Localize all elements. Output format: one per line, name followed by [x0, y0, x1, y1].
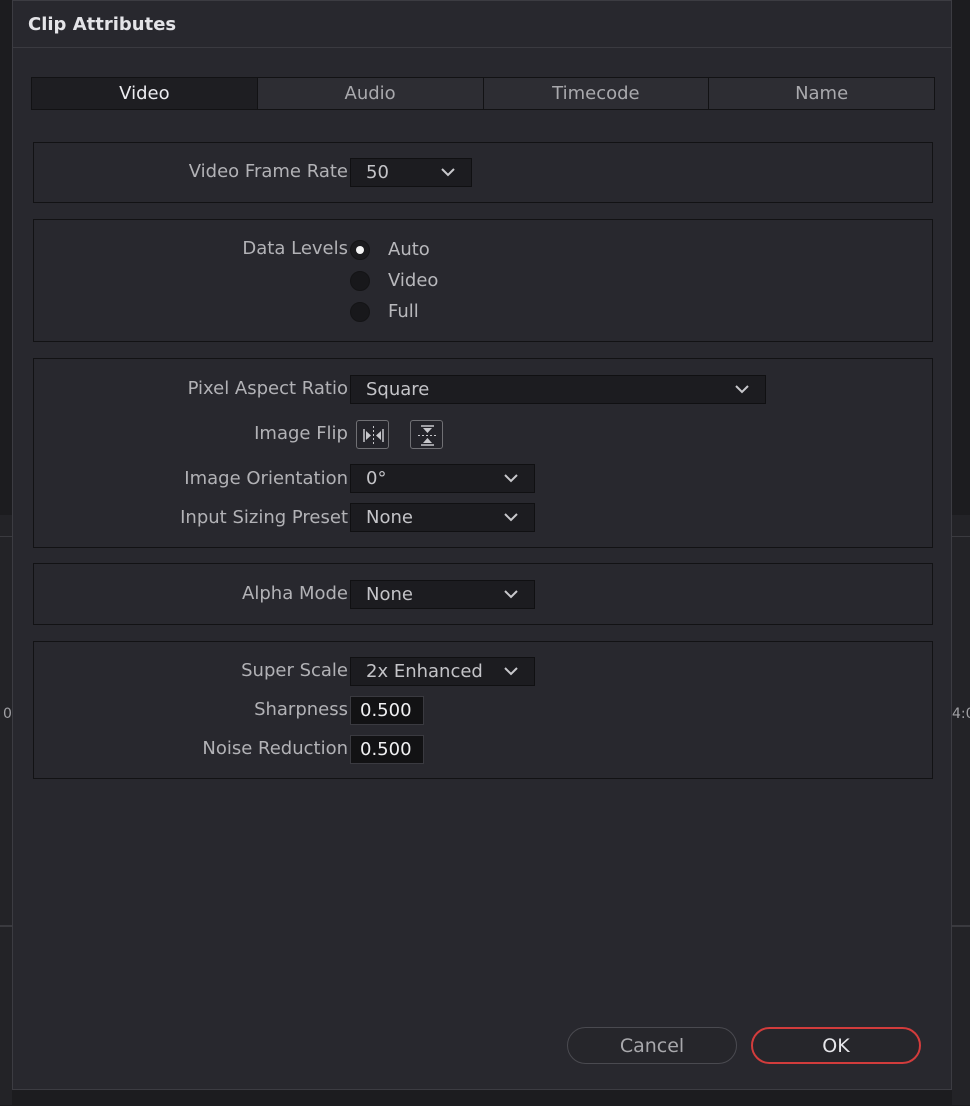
sharpness-value: 0.500	[360, 700, 412, 721]
input-sizing-preset-value: None	[366, 507, 413, 528]
chevron-down-icon	[504, 667, 518, 676]
radio-button[interactable]	[350, 302, 370, 322]
alpha-mode-dropdown[interactable]: None	[350, 580, 535, 609]
flip-horizontal-button[interactable]	[356, 420, 389, 449]
frame-rate-value: 50	[366, 162, 389, 183]
data-levels-label: Data Levels	[242, 238, 348, 259]
dialog-titlebar: Clip Attributes	[13, 1, 951, 48]
noise-reduction-label: Noise Reduction	[202, 738, 348, 759]
alpha-mode-label: Alpha Mode	[242, 583, 348, 604]
tab-timecode[interactable]: Timecode	[484, 78, 710, 109]
chevron-down-icon	[441, 168, 455, 177]
flip-horizontal-icon	[363, 426, 384, 445]
image-settings-group: Pixel Aspect Ratio Square Image Flip Ima…	[33, 358, 933, 548]
input-sizing-preset-label: Input Sizing Preset	[180, 507, 348, 528]
chevron-down-icon	[735, 385, 749, 394]
tab-name[interactable]: Name	[709, 78, 934, 109]
image-flip-label: Image Flip	[254, 423, 348, 444]
background-divider	[0, 536, 12, 537]
sharpness-label: Sharpness	[254, 699, 348, 720]
background-panel-left	[0, 515, 12, 1105]
background-timecode-left: 0	[3, 706, 12, 722]
noise-reduction-input[interactable]: 0.500	[350, 735, 424, 764]
radio-button-selected[interactable]	[350, 240, 370, 260]
flip-vertical-button[interactable]	[410, 420, 443, 449]
cancel-button[interactable]: Cancel	[567, 1027, 737, 1064]
pixel-aspect-ratio-dropdown[interactable]: Square	[350, 375, 766, 404]
data-levels-group: Data Levels Auto Video Full	[33, 219, 933, 342]
radio-auto-label: Auto	[388, 239, 430, 260]
background-panel-right	[952, 515, 970, 1105]
super-scale-group: Super Scale 2x Enhanced Sharpness 0.500 …	[33, 641, 933, 779]
radio-video-label: Video	[388, 270, 439, 291]
super-scale-value: 2x Enhanced	[366, 661, 483, 682]
clip-attributes-dialog: Clip Attributes Video Audio Timecode Nam…	[12, 0, 952, 1090]
frame-rate-dropdown[interactable]: 50	[350, 158, 472, 187]
chevron-down-icon	[504, 474, 518, 483]
super-scale-dropdown[interactable]: 2x Enhanced	[350, 657, 535, 686]
radio-button[interactable]	[350, 271, 370, 291]
radio-full-label: Full	[388, 301, 419, 322]
image-orientation-dropdown[interactable]: 0°	[350, 464, 535, 493]
background-timecode-right: 4:0	[952, 706, 970, 722]
input-sizing-preset-dropdown[interactable]: None	[350, 503, 535, 532]
image-orientation-value: 0°	[366, 468, 387, 489]
frame-rate-label: Video Frame Rate	[188, 161, 348, 182]
sharpness-input[interactable]: 0.500	[350, 696, 424, 725]
frame-rate-group: Video Frame Rate 50	[33, 142, 933, 203]
chevron-down-icon	[504, 513, 518, 522]
chevron-down-icon	[504, 590, 518, 599]
background-divider	[952, 536, 970, 537]
pixel-aspect-ratio-label: Pixel Aspect Ratio	[187, 378, 348, 399]
super-scale-label: Super Scale	[241, 660, 348, 681]
background-divider	[0, 925, 12, 927]
background-divider	[952, 925, 970, 927]
flip-vertical-icon	[418, 425, 437, 446]
tab-video[interactable]: Video	[32, 78, 258, 109]
ok-button[interactable]: OK	[751, 1027, 921, 1064]
alpha-mode-group: Alpha Mode None	[33, 563, 933, 625]
image-orientation-label: Image Orientation	[184, 468, 348, 489]
noise-reduction-value: 0.500	[360, 739, 412, 760]
tab-audio[interactable]: Audio	[258, 78, 484, 109]
tab-bar: Video Audio Timecode Name	[31, 77, 935, 110]
dialog-title: Clip Attributes	[28, 14, 177, 35]
alpha-mode-value: None	[366, 584, 413, 605]
pixel-aspect-ratio-value: Square	[366, 379, 430, 400]
